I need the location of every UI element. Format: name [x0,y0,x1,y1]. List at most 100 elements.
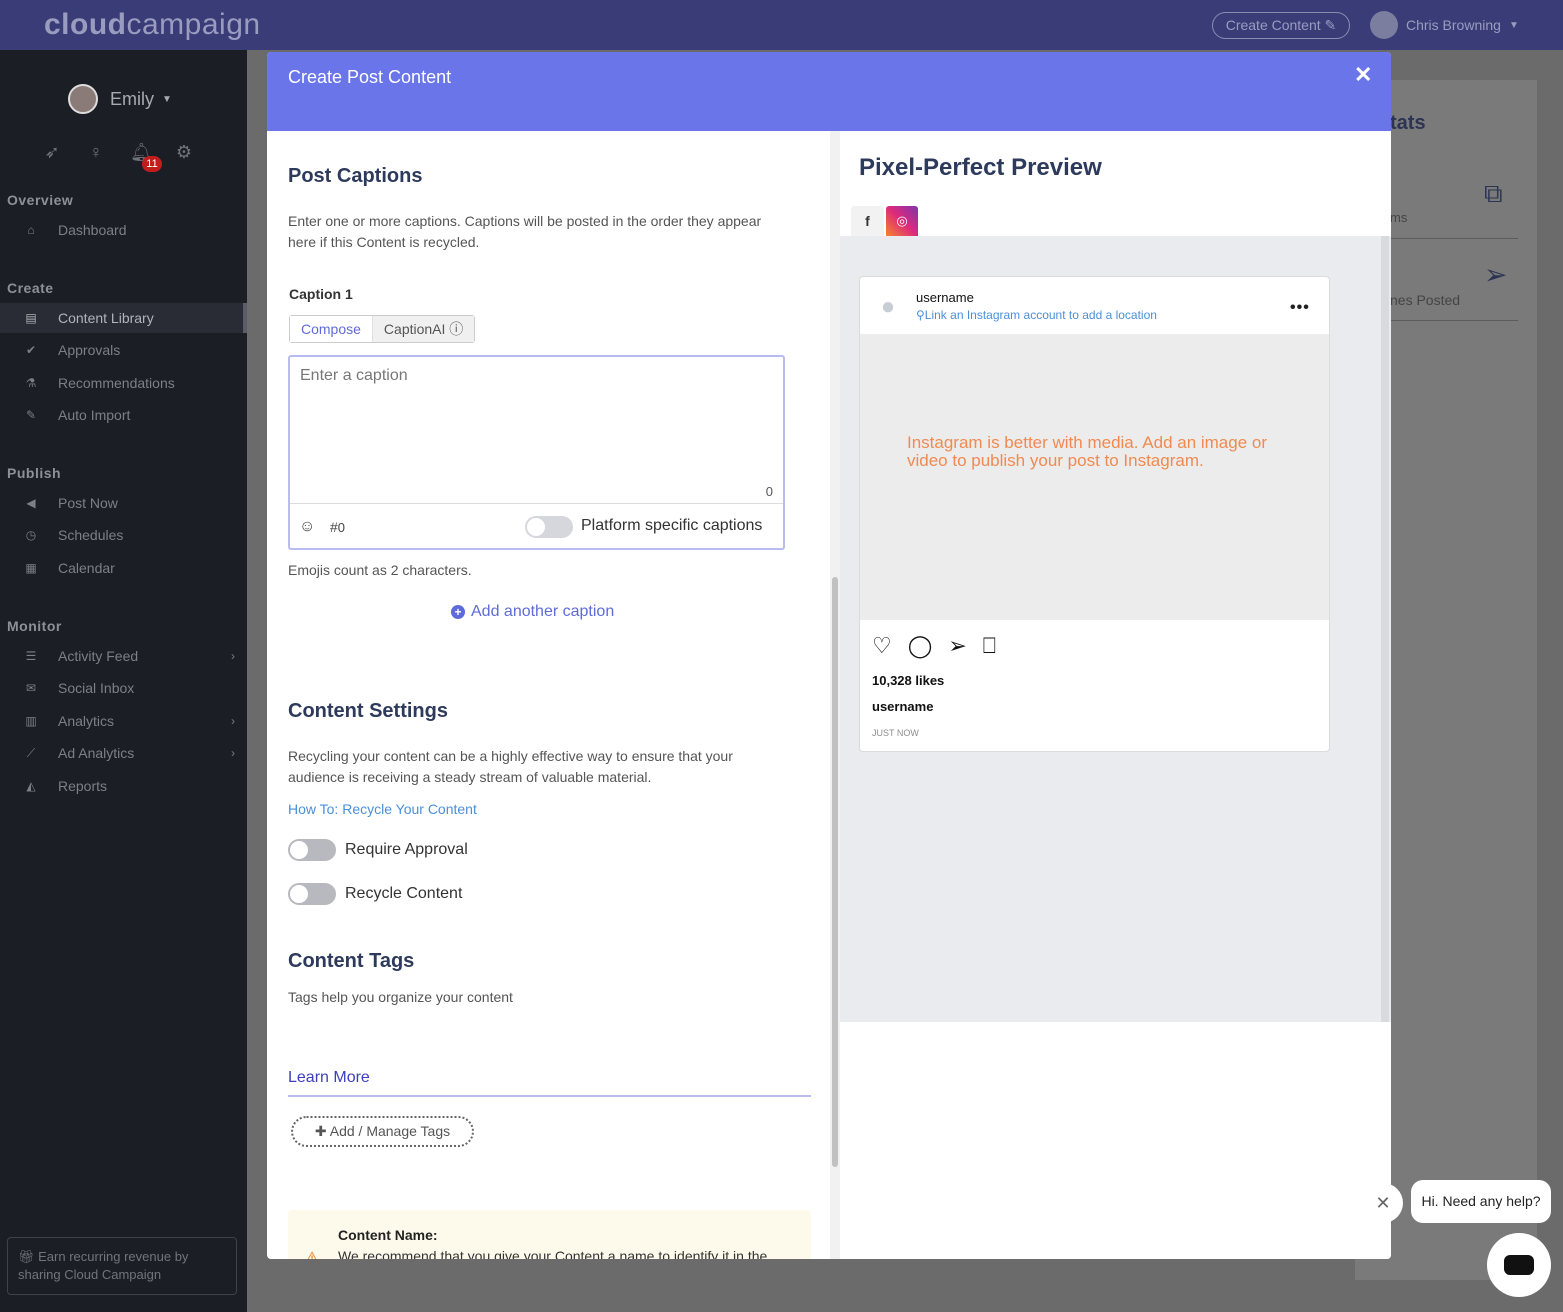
sidebar-item-schedules[interactable]: ◷ Schedules [0,520,247,550]
ig-timestamp: JUST NOW [872,728,919,738]
lightbulb-icon[interactable]: ♀ [86,142,106,184]
clock-icon: ◷ [25,528,37,542]
top-bar: cloudcampaign Create Content ✎ Chris Bro… [0,0,1563,50]
line-chart-icon: ⟋ [26,745,36,760]
more-options-icon: ••• [1290,299,1310,316]
editor-column: Post Captions Enter one or more captions… [267,131,830,1259]
recycle-content-row: Recycle Content [288,883,462,905]
chevron-right-icon: › [231,746,235,760]
scrollbar-thumb[interactable] [832,577,838,1167]
require-approval-label: Require Approval [345,841,468,858]
sidebar-item-analytics[interactable]: ▥ Analytics › [0,706,247,736]
ig-location-hint: ⚲Link an Instagram account to add a loca… [916,308,1157,322]
user-name: Chris Browning [1406,17,1501,33]
chevron-right-icon: › [231,714,235,728]
chevron-down-icon: ▼ [162,93,172,105]
sidebar-item-recommendations[interactable]: ⚗ Recommendations [0,368,247,398]
editor-scrollbar[interactable] [830,131,840,1259]
caption-tabs: Compose CaptionAI ⓘ [289,315,476,343]
facebook-icon[interactable]: f [851,206,884,236]
add-caption-button[interactable]: + Add another caption [451,603,614,621]
gear-icon[interactable]: ⚙ [174,142,194,184]
sidebar-item-activity-feed[interactable]: ☰ Activity Feed › [0,641,247,671]
emoji-note: Emojis count as 2 characters. [288,562,472,578]
sidebar: Emily ▼ ➶ ♀ 🔔︎11 ⚙ Overview ⌂ Dashboard C… [0,50,247,1312]
sidebar-item-calendar[interactable]: ▦ Calendar [0,553,247,583]
hashtag-count: 0 [337,520,346,535]
caption-input[interactable]: Enter a caption [300,367,408,385]
map-pin-icon: ⚲ [916,308,925,322]
caption-editor[interactable]: Enter a caption 0 ☺ #0 Platform specific… [288,355,785,550]
content-tags-heading: Content Tags [288,950,415,972]
create-content-button[interactable]: Create Content ✎ [1212,12,1350,39]
instagram-post-preview: ● username ⚲Link an Instagram account to… [859,276,1330,752]
rocket-icon[interactable]: ➶ [42,142,62,184]
account-switcher[interactable]: Emily ▼ [68,84,172,114]
require-approval-row: Require Approval [288,839,468,861]
bookmark-icon: ⎕ [982,633,996,658]
calendar-icon: ▦ [25,561,37,575]
post-captions-heading: Post Captions [288,165,423,187]
user-menu[interactable]: Chris Browning ▼ [1370,10,1519,40]
section-publish: Publish [7,465,62,481]
instagram-icon[interactable]: ◎ [886,206,918,236]
hashtag-icon[interactable]: #0 [330,519,345,535]
bar-chart-icon: ▥ [25,714,37,728]
notification-badge: 11 [142,156,162,172]
manage-tags-button[interactable]: ✚ Add / Manage Tags [291,1116,474,1147]
plus-icon: ✚ [314,1123,330,1139]
sidebar-item-content-library[interactable]: ▤ Content Library [0,303,247,333]
recycle-content-toggle[interactable] [288,883,336,905]
require-approval-toggle[interactable] [288,839,336,861]
account-name: Emily [110,88,154,109]
copy-icon: ⧉ [1484,178,1503,208]
content-tags-description: Tags help you organize your content [288,989,513,1005]
chat-icon [1504,1255,1534,1275]
chat-close-button[interactable]: ✕ [1363,1183,1403,1223]
character-count: 0 [765,484,773,499]
recycle-howto-link[interactable]: How To: Recycle Your Content [288,801,477,817]
tab-captionai[interactable]: CaptionAI ⓘ [372,316,475,342]
section-create: Create [7,280,54,296]
platform-specific-label: Platform specific captions [581,517,763,534]
share-icon: ➢ [948,633,967,658]
tab-compose[interactable]: Compose [290,316,373,342]
ig-media-message: Instagram is better with media. Add an i… [907,433,1268,470]
sidebar-item-ad-analytics[interactable]: ⟋ Ad Analytics › [0,738,247,768]
warning-icon: ⚠ [303,1247,321,1259]
sidebar-item-dashboard[interactable]: ⌂ Dashboard [0,215,247,245]
bell-icon[interactable]: 🔔︎11 [130,142,162,184]
background-stats-title: tats [1390,112,1426,134]
recycle-content-label: Recycle Content [345,885,463,902]
earn-revenue-banner[interactable]: 🎁︎ Earn recurring revenue by sharing Clo… [7,1237,237,1295]
plus-circle-icon: + [451,605,465,619]
close-icon[interactable]: ✕ [1354,62,1372,88]
platform-specific-toggle[interactable] [525,516,573,538]
modal-header: Create Post Content ✕ [267,52,1391,131]
sidebar-item-approvals[interactable]: ✔ Approvals [0,335,247,365]
user-avatar [1370,11,1398,39]
ig-likes: 10,328 likes [872,673,945,688]
sidebar-item-social-inbox[interactable]: ✉ Social Inbox [0,673,247,703]
sidebar-item-reports[interactable]: ◭ Reports [0,771,247,801]
preview-scrollbar[interactable] [1381,236,1389,1022]
user-avatar-icon: ● [880,293,896,320]
notice-title: Content Name: [338,1227,438,1243]
info-icon: ⓘ [449,321,464,337]
divider [1390,238,1518,239]
sidebar-item-post-now[interactable]: ◀ Post Now [0,488,247,518]
sidebar-quick-icons: ➶ ♀ 🔔︎11 ⚙ [42,142,194,184]
content-settings-heading: Content Settings [288,700,448,722]
create-post-modal: Create Post Content ✕ Post Captions Ente… [267,52,1391,1259]
account-avatar [68,84,98,114]
chat-launcher-button[interactable] [1487,1233,1551,1297]
app-logo[interactable]: cloudcampaign [44,8,261,42]
sidebar-item-auto-import[interactable]: ✎ Auto Import [0,400,247,430]
chevron-down-icon: ▼ [1508,19,1519,31]
emoji-icon[interactable]: ☺ [299,518,315,536]
home-icon: ⌂ [27,223,35,237]
caption-toolbar: ☺ #0 Platform specific captions [290,503,783,548]
ig-actions: ♡ ◯ ➢ ⎕ [872,633,996,659]
chat-greeting[interactable]: Hi. Need any help? [1411,1180,1551,1223]
learn-more-link[interactable]: Learn More [288,1069,370,1087]
